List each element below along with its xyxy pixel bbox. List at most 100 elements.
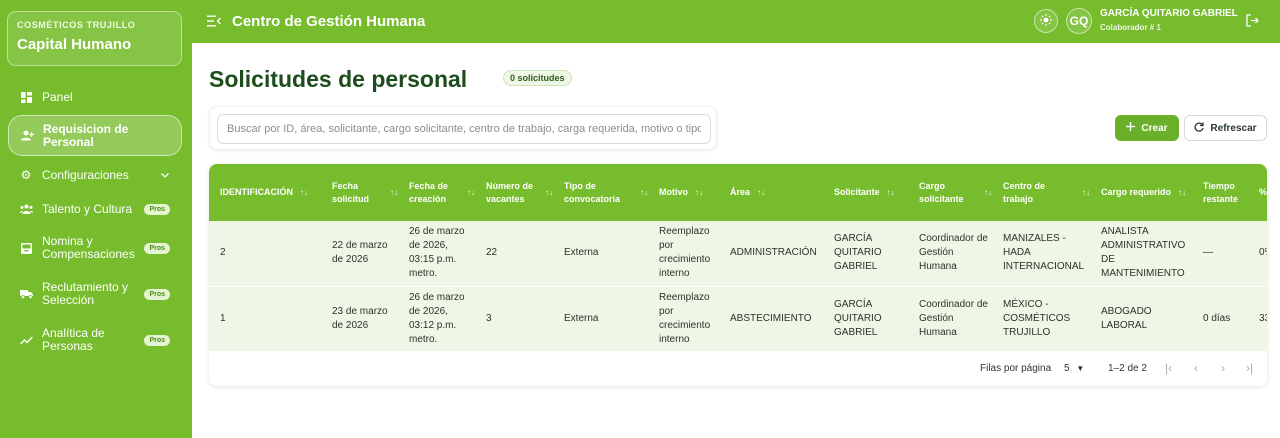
sidebar: COSMÉTICOS TRUJILLO Capital Humano Panel… — [0, 0, 192, 438]
sort-icon[interactable]: ↑↓ — [390, 186, 398, 199]
sort-icon[interactable]: ↑↓ — [887, 186, 895, 199]
column-header[interactable]: Fecha solicitud ↑↓ — [321, 164, 398, 221]
sort-icon[interactable]: ↑↓ — [695, 186, 703, 199]
truck-icon — [19, 287, 33, 301]
table-cell: 26 de marzo de 2026, 03:15 p.m. metro. — [409, 226, 465, 280]
column-header: % cu — [1248, 164, 1267, 221]
refresh-button-label: Refrescar — [1210, 122, 1257, 134]
pro-badge: Pros — [144, 242, 170, 254]
brand-title: Capital Humano — [17, 36, 132, 53]
table-cell: Reemplazo por crecimiento interno — [659, 226, 711, 280]
rows-per-page-select[interactable]: 5 ▼ — [1064, 363, 1084, 374]
table-cell: 22 — [486, 247, 498, 259]
create-button-label: Crear — [1141, 122, 1168, 134]
column-header[interactable]: Fecha de creación ↑↓ — [398, 164, 475, 221]
table-cell: ABSTECIMIENTO — [730, 312, 812, 324]
brand-subtitle: COSMÉTICOS TRUJILLO — [17, 20, 136, 30]
column-header[interactable]: IDENTIFICACIÓN ↑↓ — [209, 164, 321, 221]
table-cell: 3 — [486, 312, 492, 324]
column-header-label: Cargo requerido — [1101, 187, 1172, 197]
user-role: Colaborador # 1 — [1100, 23, 1161, 32]
brand-card: COSMÉTICOS TRUJILLO Capital Humano — [7, 11, 182, 66]
sort-icon[interactable]: ↑↓ — [1082, 186, 1090, 199]
table-cell: 1 — [220, 312, 226, 324]
sort-icon[interactable]: ↑↓ — [984, 186, 992, 199]
column-header[interactable]: Tipo de convocatoria ↑↓ — [553, 164, 648, 221]
rows-per-page-value: 5 — [1064, 363, 1070, 374]
table-cell: GARCÍA QUITARIO GABRIEL — [834, 233, 882, 273]
column-header-label: % cu — [1259, 187, 1267, 197]
column-header[interactable]: Solicitante ↑↓ — [823, 164, 908, 221]
column-header[interactable]: Centro de trabajo ↑↓ — [992, 164, 1090, 221]
last-page-icon[interactable]: ›| — [1246, 361, 1253, 375]
table-cell: ADMINISTRACIÓN — [730, 247, 817, 259]
sort-icon[interactable]: ↑↓ — [300, 186, 308, 199]
sidebar-item-label: Nomina y Compensaciones — [42, 234, 135, 261]
avatar[interactable]: GQ — [1066, 8, 1092, 34]
table-cell: 22 de marzo de 2026 — [332, 240, 388, 266]
next-page-icon[interactable]: › — [1221, 361, 1225, 375]
pro-badge: Pros — [144, 203, 170, 215]
inbox-icon — [19, 241, 33, 255]
sort-icon[interactable]: ↑↓ — [467, 186, 475, 199]
requests-table: IDENTIFICACIÓN ↑↓ Fecha solicitud ↑↓ Fecha d… — [209, 164, 1267, 351]
column-header-label: Área — [730, 187, 751, 197]
sidebar-item-reclutamiento[interactable]: Reclutamiento y Selección Pros — [8, 279, 182, 309]
sidebar-item-configuraciones[interactable]: ⚙ Configuraciones — [8, 164, 182, 186]
column-header: Tiempo restante — [1192, 164, 1248, 221]
first-page-icon[interactable]: |‹ — [1165, 361, 1172, 375]
column-header[interactable]: Cargo requerido ↑↓ — [1090, 164, 1192, 221]
table-cell: GARCÍA QUITARIO GABRIEL — [834, 298, 882, 338]
sidebar-item-label: Configuraciones — [42, 167, 129, 182]
table-cell: Coordinador de Gestión Humana — [919, 298, 988, 338]
table-row[interactable]: 1 23 de marzo de 2026 26 de marzo de 2026,… — [209, 286, 1267, 351]
refresh-icon — [1194, 122, 1205, 135]
chevron-down-icon — [161, 170, 169, 181]
table-cell: 0 días — [1203, 312, 1231, 324]
table-cell: ABOGADO LABORAL — [1101, 305, 1152, 331]
theme-toggle-button[interactable] — [1034, 9, 1058, 33]
sidebar-item-requisicion[interactable]: Requisicion de Personal — [8, 115, 182, 156]
app-title: Centro de Gestión Humana — [232, 13, 426, 30]
sort-icon[interactable]: ↑↓ — [545, 186, 553, 199]
column-header-label: IDENTIFICACIÓN — [220, 187, 293, 197]
column-header-label: Número de vacantes — [486, 180, 534, 204]
menu-collapse-icon[interactable] — [207, 14, 221, 27]
sidebar-item-panel[interactable]: Panel — [8, 86, 182, 108]
caret-down-icon: ▼ — [1076, 364, 1085, 373]
refresh-button[interactable]: Refrescar — [1184, 115, 1267, 141]
sidebar-item-nomina[interactable]: Nomina y Compensaciones Pros — [8, 233, 182, 263]
sort-icon[interactable]: ↑↓ — [757, 186, 765, 199]
sidebar-item-label: Reclutamiento y Selección — [42, 280, 129, 307]
table-header-row: IDENTIFICACIÓN ↑↓ Fecha solicitud ↑↓ Fecha d… — [209, 164, 1267, 221]
table-cell: Coordinador de Gestión Humana — [919, 233, 988, 273]
sort-icon[interactable]: ↑↓ — [640, 186, 648, 199]
gear-icon: ⚙ — [20, 168, 32, 182]
table-cell: MÉXICO - COSMÉTICOS TRUJILLO — [1003, 298, 1071, 338]
table-cell: Externa — [564, 312, 599, 324]
requests-table-card: IDENTIFICACIÓN ↑↓ Fecha solicitud ↑↓ Fecha d… — [209, 164, 1267, 386]
sidebar-item-analitica[interactable]: Analítica de Personas Pros — [8, 325, 182, 355]
table-cell: 0% — [1259, 247, 1267, 259]
sidebar-item-talento[interactable]: Talento y Cultura Pros — [8, 198, 182, 220]
table-cell: 26 de marzo de 2026, 03:12 p.m. metro. — [409, 291, 465, 345]
table-cell: ANALISTA ADMINISTRATIVO DE MANTENIMIENTO — [1101, 226, 1186, 280]
pagination-bar: Filas por página 5 ▼ 1–2 de 2 |‹ ‹ › ›| — [209, 351, 1267, 386]
table-row[interactable]: 2 22 de marzo de 2026 26 de marzo de 2026,… — [209, 221, 1267, 286]
sidebar-item-label: Requisicion de Personal — [43, 121, 129, 149]
search-input[interactable] — [217, 114, 711, 144]
plus-icon — [1126, 122, 1136, 134]
sidebar-item-label: Panel — [42, 89, 73, 104]
logout-icon[interactable] — [1246, 14, 1260, 28]
column-header[interactable]: Área ↑↓ — [719, 164, 823, 221]
column-header[interactable]: Motivo ↑↓ — [648, 164, 719, 221]
search-card — [209, 106, 717, 150]
prev-page-icon[interactable]: ‹ — [1194, 361, 1198, 375]
pro-badge: Pros — [144, 288, 170, 300]
pagination-range: 1–2 de 2 — [1108, 363, 1147, 374]
column-header[interactable]: Número de vacantes ↑↓ — [475, 164, 553, 221]
column-header[interactable]: Cargo solicitante ↑↓ — [908, 164, 992, 221]
sort-icon[interactable]: ↑↓ — [1178, 186, 1186, 199]
table-cell: 23 de marzo de 2026 — [332, 305, 388, 331]
create-button[interactable]: Crear — [1115, 115, 1179, 141]
